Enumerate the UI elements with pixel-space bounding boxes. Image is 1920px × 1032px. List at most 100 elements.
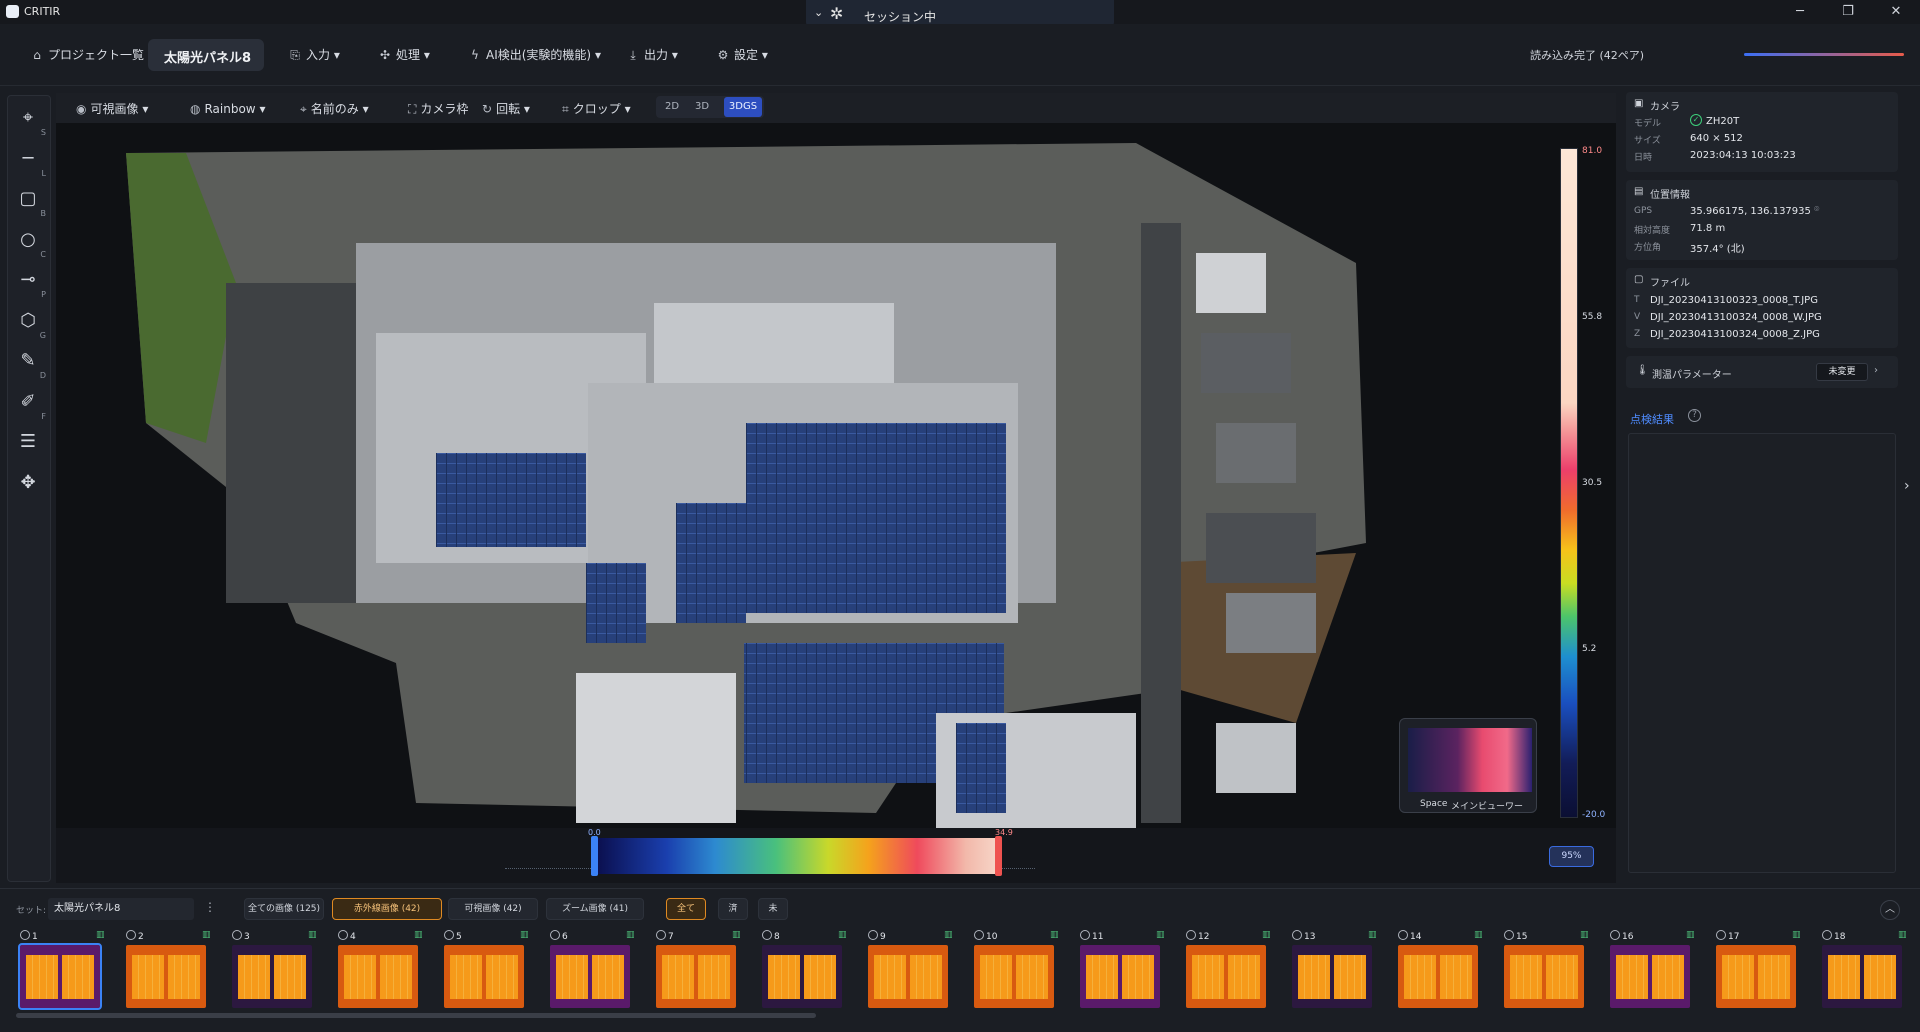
camera-frame-toggle[interactable]: ⛶ カメラ枠	[408, 99, 468, 119]
square-icon[interactable]: ▢ B	[10, 181, 46, 218]
thumbnail-header[interactable]: 18	[1822, 930, 1845, 944]
thumbnail-header[interactable]: 8	[762, 930, 780, 944]
filter-all-images[interactable]: 全ての画像 (125)	[244, 898, 324, 920]
project-list-button[interactable]: ⌂ プロジェクト一覧	[30, 44, 144, 66]
thermal-thumbnail[interactable]	[656, 945, 736, 1008]
thumbnail-header[interactable]: 6	[550, 930, 568, 944]
thumbnail-header[interactable]: 10	[974, 930, 997, 944]
point-icon[interactable]: ⊸ P	[10, 262, 46, 299]
location-pin-icon[interactable]: ⌾	[1814, 205, 1819, 215]
thumbnail-header[interactable]: 15	[1504, 930, 1527, 944]
mode-2d-button[interactable]: 2D	[658, 97, 686, 117]
chevron-up-icon[interactable]: ︿	[1880, 900, 1900, 920]
thumbnail-header[interactable]: 4	[338, 930, 356, 944]
thermal-thumbnail[interactable]	[1504, 945, 1584, 1008]
close-button[interactable]: ✕	[1882, 2, 1910, 22]
thermal-thumbnail[interactable]	[550, 945, 630, 1008]
polygon-icon[interactable]: ⬡ G	[10, 303, 46, 340]
select-radio[interactable]	[1822, 930, 1832, 940]
select-radio[interactable]	[868, 930, 878, 940]
circle-icon[interactable]: ○ C	[10, 222, 46, 259]
filter-zoom-images[interactable]: ズーム画像 (41)	[546, 898, 644, 920]
thumbnail-header[interactable]: 17	[1716, 930, 1739, 944]
thumbnail-header[interactable]: 11	[1080, 930, 1103, 944]
thermal-thumbnail[interactable]	[18, 943, 102, 1010]
select-radio[interactable]	[1186, 930, 1196, 940]
maximize-button[interactable]: ❐	[1834, 2, 1862, 22]
visible-image-toggle[interactable]: ◉ 可視画像 ▾	[76, 99, 148, 119]
chevron-right-icon[interactable]: ›	[1874, 365, 1878, 376]
filter-visible-images[interactable]: 可視画像 (42)	[448, 898, 538, 920]
select-radio[interactable]	[1504, 930, 1514, 940]
select-radio[interactable]	[444, 930, 454, 940]
temperature-range-slider[interactable]	[594, 838, 998, 874]
thumbnail-header[interactable]: 7	[656, 930, 674, 944]
thumbnail-header[interactable]: 13	[1292, 930, 1315, 944]
range-min-handle[interactable]	[591, 836, 598, 876]
palette-select[interactable]: ◍ Rainbow ▾	[190, 99, 265, 119]
rotate-select[interactable]: ↻ 回転 ▾	[482, 99, 530, 119]
thermal-thumbnail[interactable]	[232, 945, 312, 1008]
filter-ir-images[interactable]: 赤外線画像 (42)	[332, 898, 442, 920]
minimize-button[interactable]: ─	[1786, 2, 1814, 22]
thermal-thumbnail[interactable]	[1610, 945, 1690, 1008]
range-max-handle[interactable]	[995, 836, 1002, 876]
move-icon[interactable]: ✥	[10, 465, 46, 501]
thermal-thumbnail[interactable]	[338, 945, 418, 1008]
thumbnail-header[interactable]: 14	[1398, 930, 1421, 944]
sliders-icon[interactable]: ☰	[10, 424, 46, 460]
thermal-thumbnail[interactable]	[868, 945, 948, 1008]
thumbnail-header[interactable]: 3	[232, 930, 250, 944]
select-radio[interactable]	[1716, 930, 1726, 940]
thumbnail-header[interactable]: 12	[1186, 930, 1209, 944]
thumbnail-header[interactable]: 1	[20, 930, 38, 944]
thermal-thumbnail[interactable]	[1292, 945, 1372, 1008]
thermal-thumbnail[interactable]	[762, 945, 842, 1008]
select-radio[interactable]	[974, 930, 984, 940]
temperature-scale-bar[interactable]	[1560, 148, 1578, 818]
thermal-thumbnail[interactable]	[974, 945, 1054, 1008]
select-radio[interactable]	[656, 930, 666, 940]
line-icon[interactable]: ─ L	[10, 141, 46, 178]
thumbnail-header[interactable]: 2	[126, 930, 144, 944]
process-menu[interactable]: ✣ 処理 ▾	[378, 44, 430, 66]
chevron-down-icon[interactable]: ⌄	[814, 6, 823, 19]
thermal-thumbnail[interactable]	[1716, 945, 1796, 1008]
pen-icon[interactable]: ✎ D	[10, 343, 46, 380]
thumbnail-header[interactable]: 9	[868, 930, 886, 944]
select-radio[interactable]	[232, 930, 242, 940]
select-radio[interactable]	[1398, 930, 1408, 940]
crosshair-icon[interactable]: ⌖ S	[10, 100, 46, 137]
param-unchanged-button[interactable]: 未変更	[1816, 363, 1868, 381]
edit-icon[interactable]: ✐ F	[10, 384, 46, 421]
select-radio[interactable]	[1080, 930, 1090, 940]
thumbnail-header[interactable]: 16	[1610, 930, 1633, 944]
output-menu[interactable]: ⤓ 出力 ▾	[626, 44, 678, 66]
mode-3d-button[interactable]: 3D	[688, 97, 716, 117]
name-only-select[interactable]: ⌖ 名前のみ ▾	[300, 99, 369, 119]
mode-3dgs-button[interactable]: 3DGS	[724, 97, 762, 117]
aerial-3d-scene[interactable]	[56, 123, 1616, 828]
select-radio[interactable]	[126, 930, 136, 940]
thermal-thumbnail[interactable]	[1186, 945, 1266, 1008]
thumbnail-header[interactable]: 5	[444, 930, 462, 944]
thermal-thumbnail[interactable]	[1398, 945, 1478, 1008]
status-filter-not[interactable]: 未	[758, 898, 788, 920]
select-radio[interactable]	[550, 930, 560, 940]
status-filter-all[interactable]: 全て	[666, 898, 706, 920]
status-filter-done[interactable]: 済	[718, 898, 748, 920]
panel-collapse-icon[interactable]: ›	[1904, 478, 1910, 494]
input-menu[interactable]: ⎘ 入力 ▾	[288, 44, 340, 66]
settings-menu[interactable]: ⚙ 設定 ▾	[716, 44, 768, 66]
zoom-level-badge[interactable]: 95%	[1549, 846, 1594, 867]
thumbnail-scrollbar[interactable]	[16, 1013, 816, 1018]
select-radio[interactable]	[1292, 930, 1302, 940]
help-icon[interactable]: ?	[1688, 409, 1701, 422]
thermal-thumbnail[interactable]	[1822, 945, 1902, 1008]
select-radio[interactable]	[762, 930, 772, 940]
more-vertical-icon[interactable]: ⋮	[204, 900, 216, 914]
select-radio[interactable]	[338, 930, 348, 940]
set-select[interactable]: 太陽光パネル8	[48, 898, 194, 920]
ai-menu[interactable]: ϟ AI検出(実験的機能) ▾	[468, 44, 601, 66]
thermal-thumbnail[interactable]	[444, 945, 524, 1008]
